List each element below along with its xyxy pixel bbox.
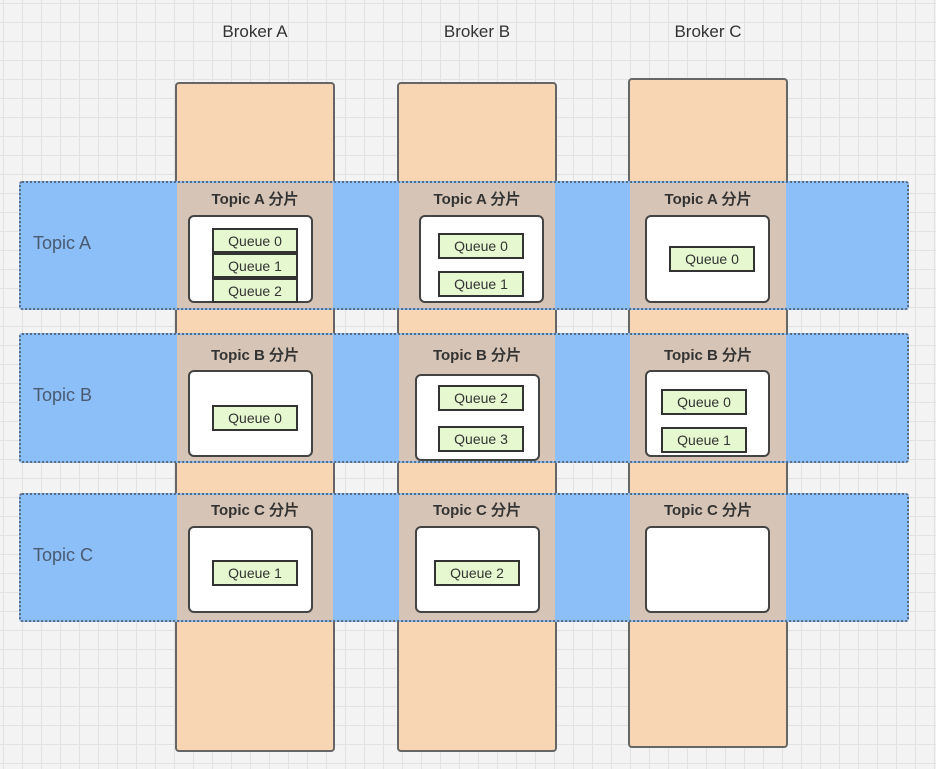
- queue-item: Queue 2: [212, 278, 298, 303]
- partition-label: Topic A 分片: [433, 191, 521, 208]
- partition-label: Topic B 分片: [432, 347, 522, 364]
- topic-row-label: Topic B: [33, 385, 93, 405]
- queue-item: Queue 2: [438, 385, 524, 411]
- topic-row-label: Topic A: [33, 233, 92, 253]
- queue-item: Queue 3: [438, 426, 524, 452]
- queue-item: Queue 0: [212, 228, 298, 253]
- queue-item: Queue 0: [212, 405, 298, 431]
- partition-label: Topic B 分片: [210, 347, 300, 364]
- partition-label: Topic C 分片: [210, 502, 300, 519]
- broker-title: Broker C: [674, 22, 742, 41]
- queue-item: Queue 0: [661, 389, 747, 415]
- partition-label: Topic C 分片: [663, 502, 753, 519]
- topic-row-label: Topic C: [33, 545, 94, 565]
- partition-label: Topic B 分片: [663, 347, 753, 364]
- queue-item: Queue 0: [438, 233, 524, 259]
- queue-item: Queue 1: [438, 271, 524, 297]
- broker-title: Broker A: [222, 22, 288, 41]
- queue-item: Queue 1: [661, 427, 747, 453]
- queue-item: Queue 1: [212, 560, 298, 586]
- partition-label: Topic A 分片: [664, 191, 752, 208]
- partition-label: Topic A 分片: [211, 191, 299, 208]
- queue-item: Queue 1: [212, 253, 298, 278]
- queue-item: Queue 2: [434, 560, 520, 586]
- broker-title: Broker B: [443, 22, 511, 41]
- partition-box: [645, 526, 770, 613]
- queue-item: Queue 0: [669, 246, 755, 272]
- partition-label: Topic C 分片: [432, 502, 522, 519]
